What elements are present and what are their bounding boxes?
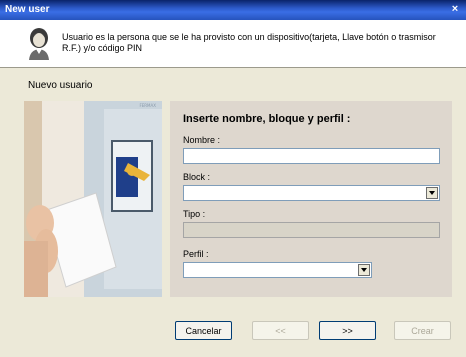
title-bar: New user ×: [0, 0, 466, 20]
header-panel: Usuario es la persona que se le ha provi…: [0, 20, 466, 68]
header-message: Usuario es la persona que se le ha provi…: [62, 32, 436, 53]
nombre-label: Nombre :: [183, 135, 221, 145]
tipo-field: [183, 222, 440, 238]
tipo-label: Tipo :: [183, 209, 206, 219]
window-title: New user: [5, 4, 50, 15]
cancel-button[interactable]: Cancelar: [175, 321, 232, 340]
back-button[interactable]: <<: [252, 321, 309, 340]
perfil-label: Perfil :: [183, 249, 209, 259]
block-select[interactable]: [183, 185, 440, 201]
block-label: Block :: [183, 172, 211, 182]
form-heading: Inserte nombre, bloque y perfil :: [183, 113, 351, 125]
illustration-panel: FERMAX: [24, 101, 162, 297]
chevron-down-icon[interactable]: [358, 264, 370, 276]
chevron-down-icon[interactable]: [426, 187, 438, 199]
form-panel: Inserte nombre, bloque y perfil : Nombre…: [170, 101, 452, 297]
close-button[interactable]: ×: [448, 2, 462, 16]
section-label: Nuevo usuario: [28, 80, 93, 91]
create-button[interactable]: Crear: [394, 321, 451, 340]
perfil-select[interactable]: [183, 262, 372, 278]
card-reader-illustration: FERMAX: [24, 101, 162, 297]
next-button[interactable]: >>: [319, 321, 376, 340]
user-avatar-icon: [29, 28, 49, 60]
nombre-input[interactable]: [183, 148, 440, 164]
brand-text: FERMAX: [139, 103, 156, 108]
